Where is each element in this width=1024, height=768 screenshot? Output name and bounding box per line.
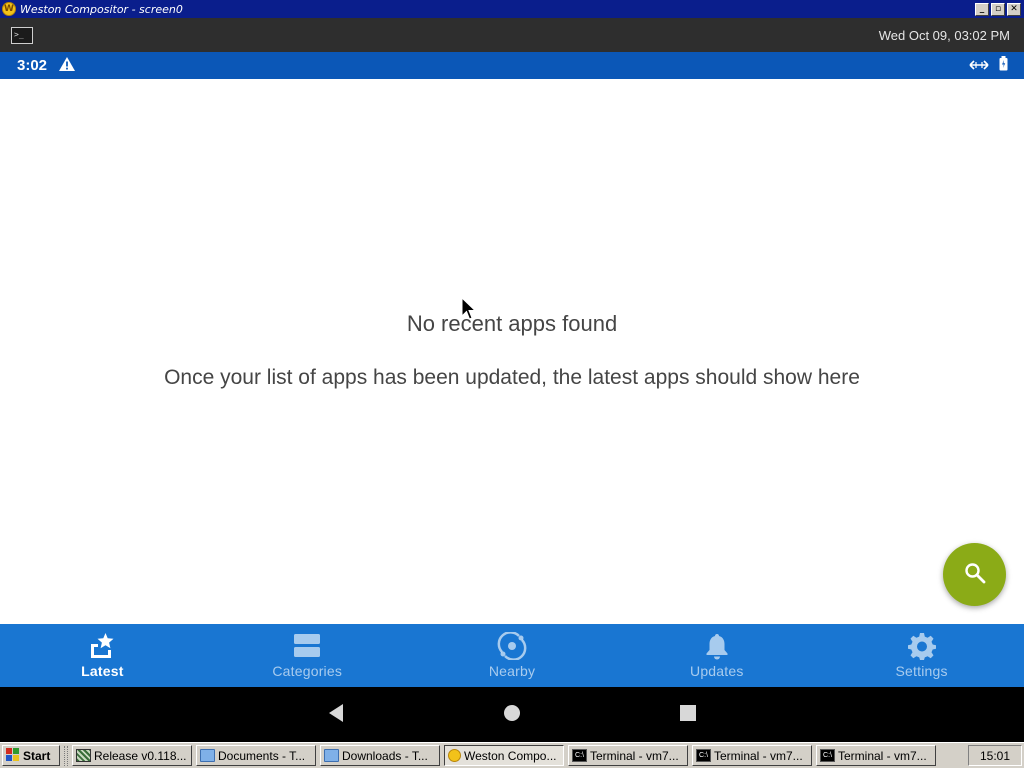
task-label: Terminal - vm7... xyxy=(838,748,927,763)
nav-item-latest[interactable]: Latest xyxy=(0,624,205,687)
nav-item-categories[interactable]: Categories xyxy=(205,624,410,687)
terminal-icon: C:\ xyxy=(820,749,835,762)
task-label: Terminal - vm7... xyxy=(714,748,803,763)
empty-state-message: Once your list of apps has been updated,… xyxy=(164,366,860,389)
network-arrows-icon xyxy=(969,56,989,75)
host-taskbar: Start Release v0.118... Documents - T...… xyxy=(0,742,1024,768)
nav-item-settings[interactable]: Settings xyxy=(819,624,1024,687)
mouse-cursor-icon xyxy=(461,296,477,325)
taskbar-separator xyxy=(64,745,68,766)
taskbar-task-terminal-1[interactable]: C:\ Terminal - vm7... xyxy=(568,745,688,766)
minimize-button[interactable]: _ xyxy=(975,2,989,16)
bell-icon xyxy=(704,632,730,660)
latest-star-icon xyxy=(88,632,116,660)
nav-item-updates[interactable]: Updates xyxy=(614,624,819,687)
maximize-button[interactable]: ▫ xyxy=(991,2,1005,16)
back-icon[interactable] xyxy=(327,703,345,727)
warning-icon xyxy=(59,56,76,75)
task-label: Terminal - vm7... xyxy=(590,748,679,763)
nav-label-updates: Updates xyxy=(690,663,744,679)
system-navigation-bar xyxy=(0,687,1024,742)
taskbar-task-weston[interactable]: Weston Compo... xyxy=(444,745,564,766)
weston-icon xyxy=(448,749,461,762)
folder-icon xyxy=(200,749,215,762)
task-label: Weston Compo... xyxy=(464,748,557,763)
search-icon xyxy=(964,562,986,588)
nav-label-latest: Latest xyxy=(81,663,124,679)
gear-icon xyxy=(907,632,936,660)
weston-panel: >_ Wed Oct 09, 03:02 PM xyxy=(0,18,1024,52)
home-icon[interactable] xyxy=(503,704,521,726)
taskbar-task-documents[interactable]: Documents - T... xyxy=(196,745,316,766)
task-label: Downloads - T... xyxy=(342,748,428,763)
nearby-icon xyxy=(497,632,527,660)
folder-icon xyxy=(324,749,339,762)
android-status-bar: 3:02 xyxy=(0,52,1024,79)
battery-icon xyxy=(999,56,1008,75)
window-titlebar: W Weston Compositor - screen0 _ ▫ ✕ xyxy=(0,0,1024,18)
taskbar-task-terminal-2[interactable]: C:\ Terminal - vm7... xyxy=(692,745,812,766)
taskbar-task-release[interactable]: Release v0.118... xyxy=(72,745,192,766)
panel-clock: Wed Oct 09, 03:02 PM xyxy=(878,27,1010,43)
start-logo-icon xyxy=(6,747,20,764)
start-label: Start xyxy=(23,748,51,763)
nav-label-settings: Settings xyxy=(895,663,948,679)
tray-clock[interactable]: 15:01 xyxy=(968,745,1022,766)
start-button[interactable]: Start xyxy=(2,745,60,766)
status-time: 3:02 xyxy=(17,57,48,74)
release-icon xyxy=(76,749,91,762)
nav-item-nearby[interactable]: Nearby xyxy=(410,624,615,687)
taskbar-task-terminal-3[interactable]: C:\ Terminal - vm7... xyxy=(816,745,936,766)
task-label: Documents - T... xyxy=(218,748,306,763)
bottom-navigation: Latest Categories Nearby Updates Setting… xyxy=(0,624,1024,687)
terminal-icon: C:\ xyxy=(572,749,587,762)
close-button[interactable]: ✕ xyxy=(1007,2,1021,16)
recents-icon[interactable] xyxy=(679,704,697,726)
latest-apps-view: No recent apps found Once your list of a… xyxy=(0,79,1024,624)
nav-label-categories: Categories xyxy=(272,663,343,679)
empty-state-title: No recent apps found xyxy=(406,311,618,336)
taskbar-task-downloads[interactable]: Downloads - T... xyxy=(320,745,440,766)
categories-icon xyxy=(293,632,321,660)
terminal-launcher-icon[interactable]: >_ xyxy=(11,26,33,44)
task-label: Release v0.118... xyxy=(94,748,187,763)
weston-app-icon[interactable]: W xyxy=(2,2,16,16)
search-fab-button[interactable] xyxy=(943,543,1006,606)
nav-label-nearby: Nearby xyxy=(488,663,536,679)
terminal-icon: C:\ xyxy=(696,749,711,762)
window-title: Weston Compositor - screen0 xyxy=(20,2,183,16)
